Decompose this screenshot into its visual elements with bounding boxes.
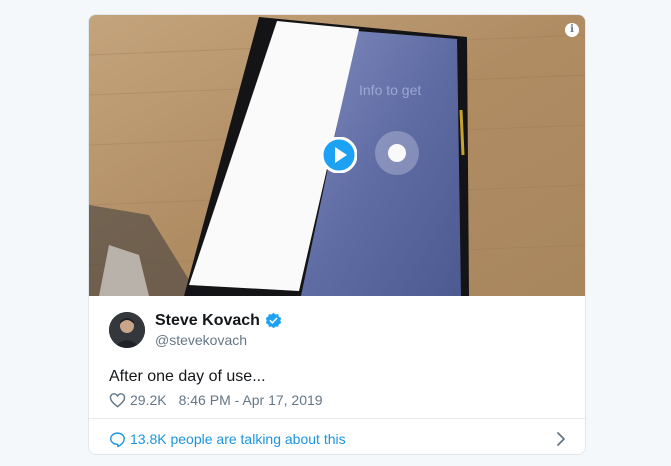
- tweet-timestamp[interactable]: 8:46 PM - Apr 17, 2019: [179, 391, 323, 409]
- author-handle[interactable]: @stevekovach: [155, 331, 282, 349]
- info-icon[interactable]: i: [565, 23, 579, 37]
- verified-badge-icon: [265, 312, 282, 329]
- tweet-text: After one day of use...: [109, 368, 266, 385]
- tweet-card[interactable]: Info to get i Steve Kovach @stevekovach …: [88, 14, 586, 455]
- tweet-meta: 29.2K 8:46 PM - Apr 17, 2019: [109, 391, 323, 409]
- avatar[interactable]: [109, 312, 145, 348]
- like-count[interactable]: 29.2K: [130, 391, 167, 409]
- video-media[interactable]: Info to get i: [89, 15, 585, 296]
- author-block[interactable]: Steve Kovach @stevekovach: [109, 311, 282, 349]
- conversation-label[interactable]: 13.8K people are talking about this: [130, 431, 346, 447]
- author-display-name[interactable]: Steve Kovach: [155, 311, 260, 330]
- speech-bubble-icon: [110, 431, 125, 447]
- play-icon[interactable]: [321, 137, 357, 173]
- divider: [89, 418, 585, 419]
- screen-text: Info to get: [359, 82, 421, 98]
- chevron-right-icon[interactable]: [555, 431, 567, 447]
- conversation-link[interactable]: 13.8K people are talking about this: [109, 429, 567, 449]
- heart-icon[interactable]: [109, 392, 126, 408]
- avatar-image: [109, 312, 145, 348]
